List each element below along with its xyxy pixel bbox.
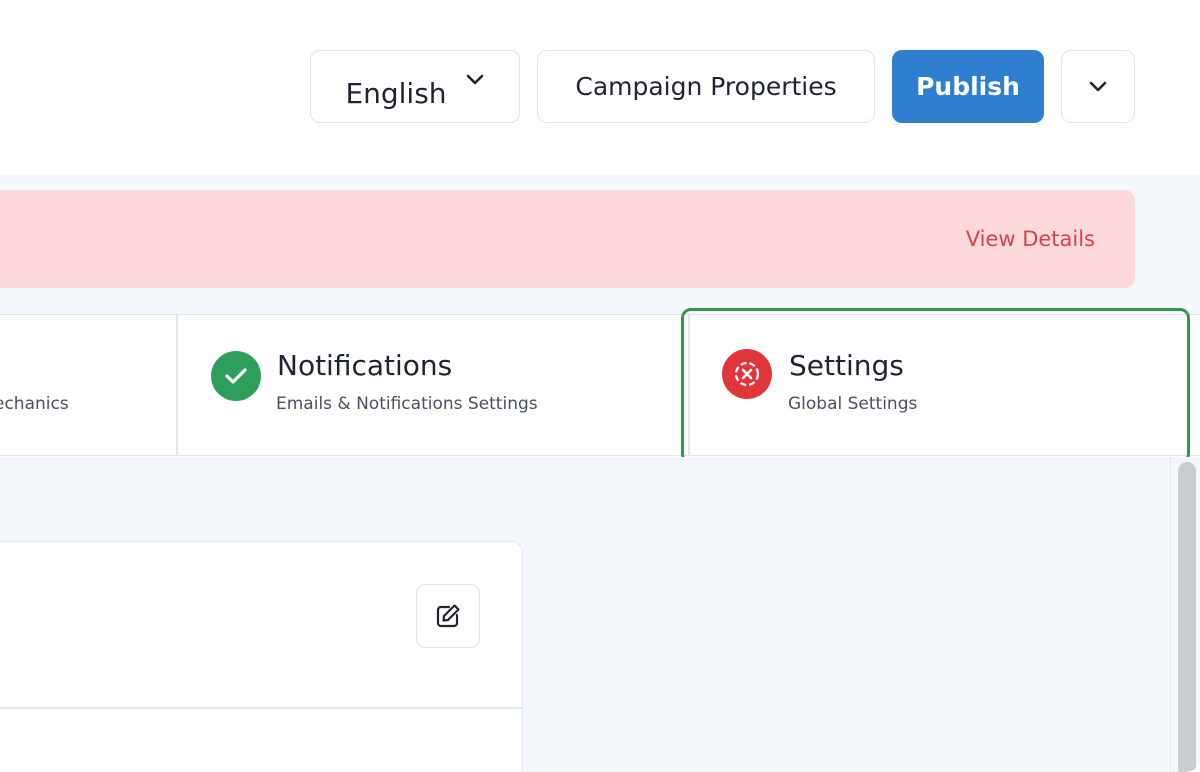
tab-notifications-title[interactable]: Notifications (277, 349, 452, 382)
tab-notifications-subtitle[interactable]: Emails & Notifications Settings (276, 394, 538, 414)
scrollbar-thumb[interactable] (1178, 462, 1196, 772)
chevron-down-icon (466, 74, 483, 84)
app-window: English Campaign Properties Publish View… (0, 0, 1200, 772)
publish-button[interactable]: Publish (892, 50, 1044, 123)
language-select[interactable]: English (310, 50, 520, 123)
chevron-down-icon (1089, 81, 1107, 91)
more-options-button[interactable] (1061, 50, 1135, 123)
view-details-link[interactable]: View Details (966, 227, 1095, 251)
check-icon (211, 351, 261, 401)
edit-icon (436, 604, 460, 628)
publish-label: Publish (916, 72, 1020, 101)
edit-button[interactable] (416, 584, 480, 648)
campaign-properties-button[interactable]: Campaign Properties (537, 50, 875, 123)
language-label: English (345, 77, 447, 110)
tab-divider (176, 314, 178, 456)
card-divider (0, 707, 522, 709)
campaign-properties-label: Campaign Properties (575, 72, 837, 101)
tab-mechanics-subtitle[interactable]: echanics (0, 394, 69, 414)
content-card (0, 541, 523, 772)
tab-settings-highlight[interactable] (681, 308, 1190, 464)
